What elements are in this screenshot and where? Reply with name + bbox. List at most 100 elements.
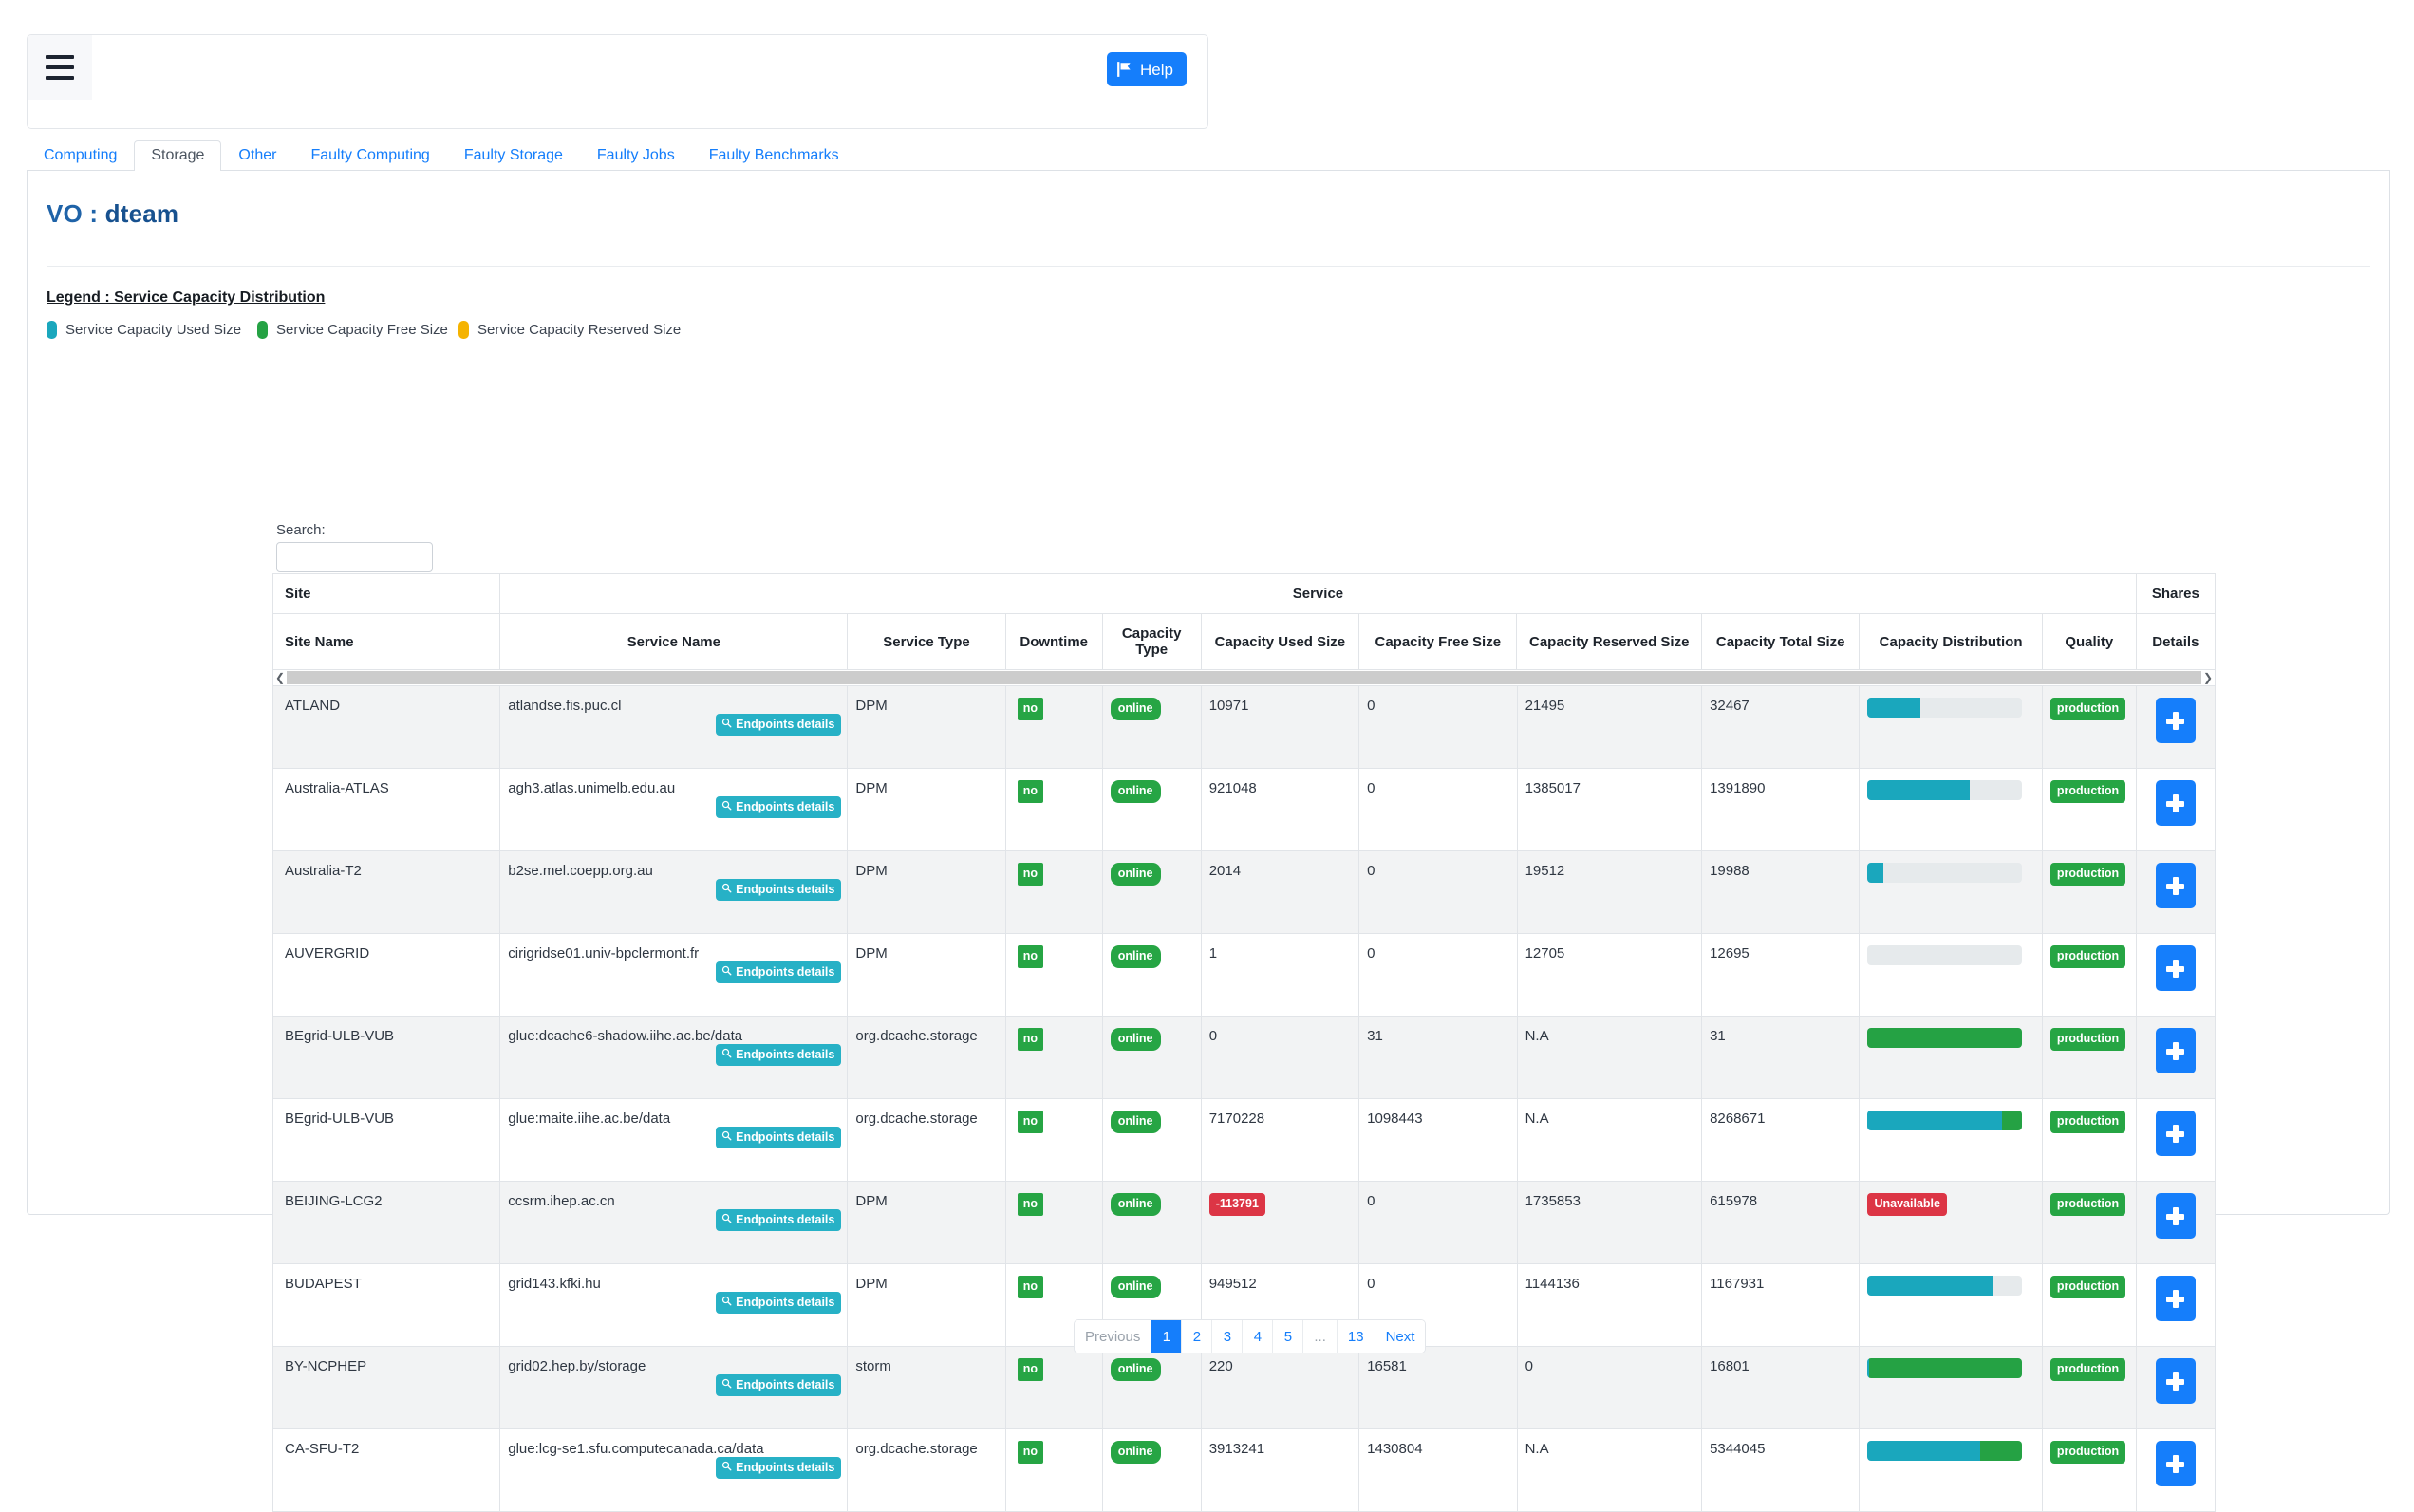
endpoints-details-button[interactable]: Endpoints details: [716, 1044, 842, 1066]
cell-capacity-distribution: [1859, 1428, 2043, 1512]
details-expand-button[interactable]: [2155, 1276, 2196, 1321]
endpoints-details-button[interactable]: Endpoints details: [716, 1292, 842, 1314]
cell-capacity-type: online: [1101, 1016, 1202, 1099]
tab-computing[interactable]: Computing: [27, 140, 134, 171]
table-row: Australia-ATLAS agh3.atlas.unimelb.edu.au…: [271, 768, 2217, 851]
table-head-group-row: Site Service Shares: [271, 573, 2217, 614]
search-input[interactable]: [276, 542, 433, 572]
endpoints-details-label: Endpoints details: [736, 799, 835, 813]
cell-capacity-total-size: 16801: [1701, 1346, 1861, 1429]
details-expand-button[interactable]: [2155, 780, 2196, 826]
pagination-page-3[interactable]: 3: [1212, 1320, 1244, 1353]
scrollbar-thumb[interactable]: [287, 671, 2201, 684]
pagination-next[interactable]: Next: [1375, 1320, 1426, 1353]
hamburger-bar: [46, 55, 74, 59]
legend-label-free: Service Capacity Free Size: [276, 322, 448, 338]
plus-icon: [2166, 959, 2185, 978]
details-expand-button[interactable]: [2155, 945, 2196, 991]
th-capacity-used-size[interactable]: Capacity Used Size: [1200, 613, 1360, 670]
details-expand-button[interactable]: [2155, 863, 2196, 908]
legend-swatch-used-icon: [47, 321, 57, 339]
help-button[interactable]: Help: [1107, 52, 1187, 86]
pagination: Previous 1 2 3 4 5 ... 13 Next: [1074, 1319, 1427, 1353]
th-downtime[interactable]: Downtime: [1004, 613, 1103, 670]
details-expand-button[interactable]: [2155, 1441, 2196, 1486]
page-title: VO : dteam: [47, 199, 178, 229]
endpoints-details-button[interactable]: Endpoints details: [716, 879, 842, 901]
cell-capacity-type: online: [1101, 1098, 1202, 1182]
cell-quality: production: [2041, 1428, 2137, 1512]
plus-icon: [2166, 711, 2185, 730]
cell-capacity-free-size: 0: [1358, 1181, 1518, 1264]
cell-quality: production: [2041, 1346, 2137, 1429]
cell-quality: production: [2041, 685, 2137, 769]
endpoints-details-button[interactable]: Endpoints details: [716, 1457, 842, 1479]
pagination-previous[interactable]: Previous: [1075, 1320, 1152, 1353]
th-quality[interactable]: Quality: [2041, 613, 2137, 670]
th-details[interactable]: Details: [2135, 613, 2217, 670]
search-icon: [721, 1213, 732, 1226]
table-row: AUVERGRID cirigridse01.univ-bpclermont.fr…: [271, 933, 2217, 1017]
service-name-text: glue:dcache6-shadow.iihe.ac.be/data: [508, 1028, 743, 1044]
search-icon: [721, 1130, 732, 1144]
details-expand-button[interactable]: [2155, 1358, 2196, 1404]
cell-site-name: BEIJING-LCG2: [271, 1181, 501, 1264]
legend: Service Capacity Used Size Service Capac…: [47, 321, 681, 339]
cell-service-type: DPM: [847, 768, 1006, 851]
th-site-name[interactable]: Site Name: [271, 613, 501, 670]
cell-capacity-free-size: 1098443: [1358, 1098, 1518, 1182]
tab-faulty-computing[interactable]: Faulty Computing: [293, 140, 446, 171]
tab-other[interactable]: Other: [221, 140, 293, 171]
tab-storage[interactable]: Storage: [134, 140, 222, 171]
endpoints-details-button[interactable]: Endpoints details: [716, 1374, 842, 1396]
th-capacity-reserved-size[interactable]: Capacity Reserved Size: [1516, 613, 1702, 670]
status-badge-quality: production: [2049, 1441, 2126, 1464]
endpoints-details-button[interactable]: Endpoints details: [716, 714, 842, 736]
pagination-page-2[interactable]: 2: [1182, 1320, 1213, 1353]
cell-capacity-free-size: 31: [1358, 1016, 1518, 1099]
th-capacity-total-size[interactable]: Capacity Total Size: [1700, 613, 1861, 670]
table-row: BEgrid-ULB-VUB glue:dcache6-shadow.iihe.a…: [271, 1016, 2217, 1099]
hamburger-icon[interactable]: [28, 35, 92, 100]
cell-downtime: no: [1004, 1346, 1103, 1429]
endpoints-details-button[interactable]: Endpoints details: [716, 961, 842, 983]
pagination-page-5[interactable]: 5: [1273, 1320, 1304, 1353]
tab-faulty-jobs[interactable]: Faulty Jobs: [580, 140, 692, 171]
th-capacity-type[interactable]: Capacity Type: [1101, 613, 1202, 670]
chevron-right-icon[interactable]: ❯: [2201, 672, 2215, 683]
cell-site-name: BY-NCPHEP: [271, 1346, 501, 1429]
pagination-page-13[interactable]: 13: [1337, 1320, 1375, 1353]
cell-quality: production: [2041, 1098, 2137, 1182]
hamburger-bar: [46, 76, 74, 80]
plus-icon: [2166, 1124, 2185, 1143]
plus-icon: [2166, 1454, 2185, 1473]
tab-faulty-storage[interactable]: Faulty Storage: [447, 140, 580, 171]
cell-service-type: DPM: [847, 933, 1006, 1017]
cell-downtime: no: [1004, 933, 1103, 1017]
th-capacity-distribution[interactable]: Capacity Distribution: [1859, 613, 2043, 670]
capacity-distribution-bar: [1867, 945, 2023, 965]
table-horizontal-scrollbar[interactable]: ❮ ❯: [272, 670, 2216, 685]
status-badge-capacity-type: online: [1110, 1193, 1161, 1216]
endpoints-details-button[interactable]: Endpoints details: [716, 1209, 842, 1231]
pagination-page-1[interactable]: 1: [1151, 1320, 1183, 1353]
endpoints-details-button[interactable]: Endpoints details: [716, 796, 842, 818]
details-expand-button[interactable]: [2155, 698, 2196, 743]
cell-capacity-used-size: 10971: [1200, 685, 1360, 769]
cell-capacity-distribution: Unavailable: [1859, 1181, 2043, 1264]
details-expand-button[interactable]: [2155, 1111, 2196, 1156]
details-expand-button[interactable]: [2155, 1028, 2196, 1073]
th-service-type[interactable]: Service Type: [847, 613, 1006, 670]
chevron-left-icon[interactable]: ❮: [273, 672, 287, 683]
details-expand-button[interactable]: [2155, 1193, 2196, 1239]
capacity-distribution-bar: [1867, 1028, 2023, 1048]
th-capacity-free-size[interactable]: Capacity Free Size: [1358, 613, 1518, 670]
cell-capacity-reserved-size: 1385017: [1516, 768, 1703, 851]
status-badge-capacity-type: online: [1110, 1358, 1161, 1381]
cell-capacity-total-size: 19988: [1701, 850, 1861, 934]
tab-faulty-benchmarks[interactable]: Faulty Benchmarks: [692, 140, 856, 171]
endpoints-details-button[interactable]: Endpoints details: [716, 1127, 842, 1148]
service-name-text: grid143.kfki.hu: [508, 1276, 601, 1292]
pagination-page-4[interactable]: 4: [1243, 1320, 1274, 1353]
th-service-name[interactable]: Service Name: [499, 613, 849, 670]
